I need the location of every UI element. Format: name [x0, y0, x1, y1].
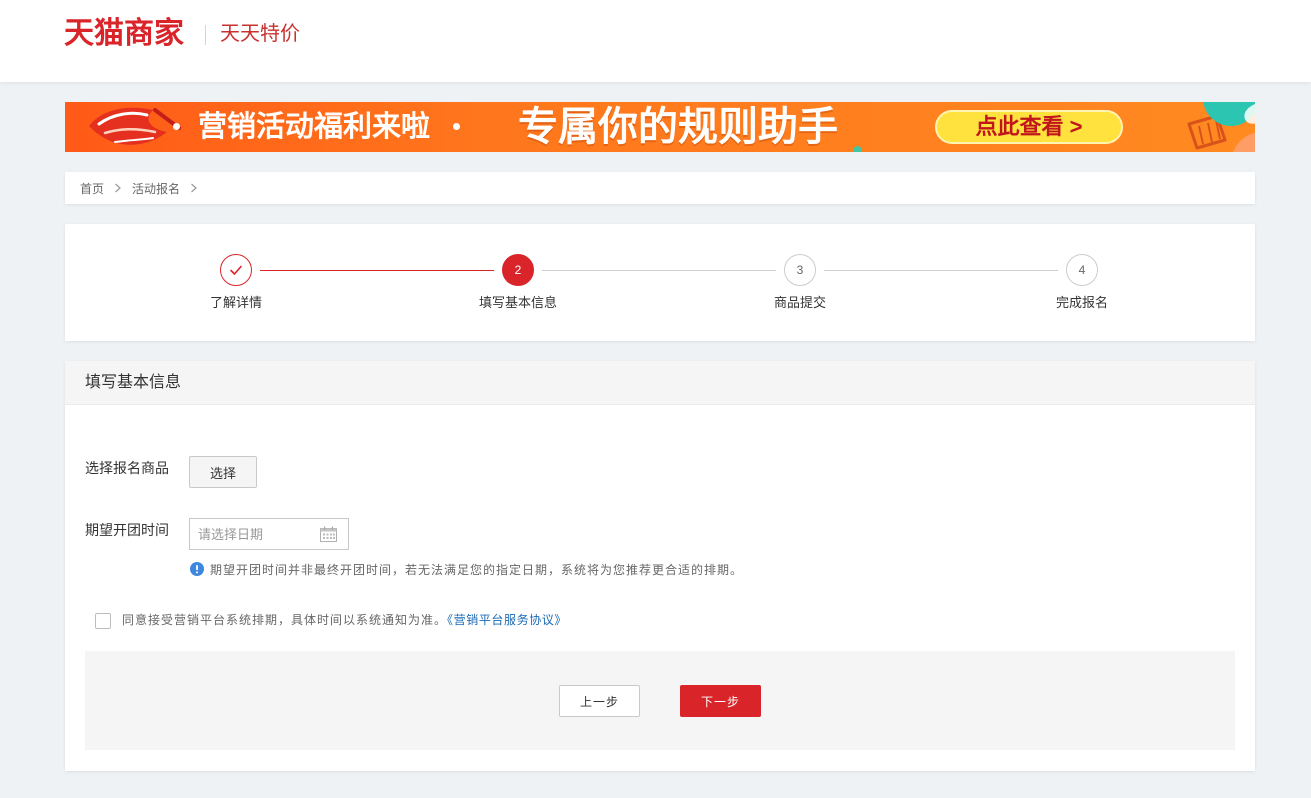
chevron-right-icon: [191, 183, 197, 193]
step-label: 完成报名: [1055, 295, 1108, 310]
step-number: 3: [796, 263, 804, 277]
step-indicator: 4: [1066, 254, 1098, 286]
step-4: 4 完成报名: [1012, 254, 1152, 312]
info-icon: [190, 562, 204, 576]
basic-info-form: 填写基本信息 选择报名商品 选择 期望开团时间 期望开团时间并非最终开团时间，若…: [65, 361, 1255, 771]
step-indicator: [220, 254, 252, 286]
banner-cta-button[interactable]: 点此查看 >: [935, 110, 1123, 144]
step-2: 2 填写基本信息: [448, 254, 588, 312]
select-product-button[interactable]: 选择: [189, 456, 257, 488]
check-icon: [230, 265, 242, 275]
banner-dot: [173, 123, 180, 130]
breadcrumb-home[interactable]: 首页: [80, 180, 104, 197]
date-input[interactable]: [190, 519, 315, 549]
breadcrumb: 首页 活动报名: [65, 172, 1255, 204]
calendar-icon[interactable]: [320, 526, 337, 542]
product-label: 选择报名商品: [85, 460, 169, 476]
header-divider: [205, 25, 206, 45]
step-indicator: 3: [784, 254, 816, 286]
date-picker[interactable]: [189, 518, 349, 550]
date-label: 期望开团时间: [85, 522, 169, 538]
next-step-button[interactable]: 下一步: [680, 685, 761, 717]
banner-dot: [453, 123, 460, 130]
channel-title[interactable]: 天天特价: [220, 22, 300, 46]
banner-decoration-left: [89, 107, 181, 145]
promo-banner[interactable]: 营销活动福利来啦 专属你的规则助手 点此查看 >: [65, 102, 1255, 152]
step-label: 商品提交: [773, 295, 826, 310]
banner-title: 专属你的规则助手: [518, 105, 838, 149]
brand-logo[interactable]: 天猫商家: [64, 16, 184, 52]
form-actions: 上一步 下一步: [85, 651, 1235, 750]
step-number: 4: [1078, 263, 1086, 277]
chevron-right-icon: [115, 183, 121, 193]
step-indicator: 2: [502, 254, 534, 286]
agreement-checkbox[interactable]: [95, 613, 111, 629]
banner-decoration-right: [1187, 102, 1255, 152]
step-label: 了解详情: [209, 295, 262, 310]
progress-steps: 了解详情 2 填写基本信息 3 商品提交 4 完成报名: [65, 224, 1255, 341]
form-section-title: 填写基本信息: [65, 361, 1255, 405]
previous-step-button[interactable]: 上一步: [559, 685, 640, 717]
date-hint: 期望开团时间并非最终开团时间，若无法满足您的指定日期，系统将为您推荐更合适的排期…: [210, 563, 744, 577]
agreement-text: 同意接受营销平台系统排期，具体时间以系统通知为准。: [122, 613, 448, 627]
step-3: 3 商品提交: [730, 254, 870, 312]
banner-decoration-dot: [853, 146, 862, 152]
agreement-statement: 同意接受营销平台系统排期，具体时间以系统通知为准。《营销平台服务协议》: [122, 612, 567, 628]
step-number: 2: [514, 263, 522, 277]
step-label: 填写基本信息: [478, 295, 557, 310]
top-header: 天猫商家 天天特价: [0, 0, 1311, 82]
service-agreement-link[interactable]: 《营销平台服务协议》: [447, 613, 567, 627]
banner-headline: 营销活动福利来啦: [198, 111, 431, 143]
step-1: 了解详情: [166, 254, 306, 312]
breadcrumb-activity-signup[interactable]: 活动报名: [132, 180, 180, 197]
